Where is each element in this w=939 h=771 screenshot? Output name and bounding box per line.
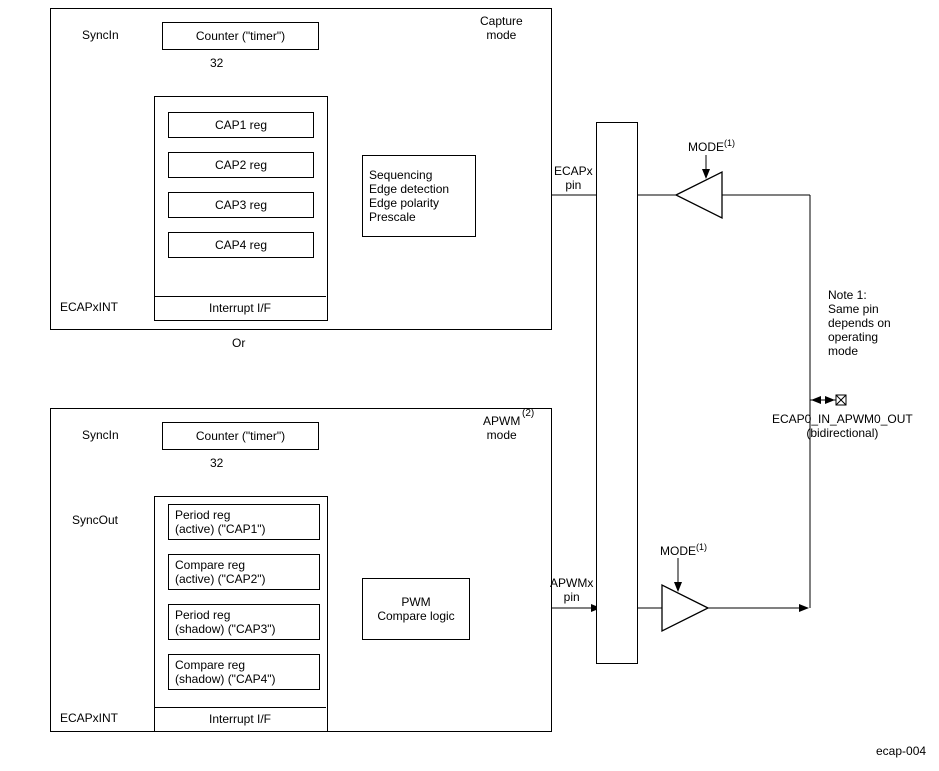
ecapx-pin-label: ECAPx pin: [554, 164, 593, 192]
mode-label-2: MODE(1): [660, 542, 707, 558]
counter-box-capture: Counter ("timer"): [162, 22, 319, 50]
mode-label-1: MODE(1): [688, 138, 735, 154]
divider: [154, 296, 326, 297]
divider-apwm: [154, 707, 326, 708]
apwm-mode-title: APWM mode: [483, 414, 520, 442]
mode2-sup: (1): [696, 542, 707, 552]
ecapxint-label-capture: ECAPxINT: [60, 300, 118, 314]
note-1: Note 1: Same pin depends on operating mo…: [828, 288, 891, 358]
mode1-text: MODE: [688, 140, 724, 154]
cap3-reg: CAP3 reg: [168, 192, 314, 218]
syncin-label-apwm: SyncIn: [82, 428, 119, 442]
apwmx-pin-label: APWMx pin: [550, 576, 593, 604]
mode2-text: MODE: [660, 544, 696, 558]
interrupt-if-capture: Interrupt I/F: [154, 298, 326, 318]
cap4-reg: CAP4 reg: [168, 232, 314, 258]
cap1-reg: CAP1 reg: [168, 112, 314, 138]
bus-width-capture: 32: [210, 56, 223, 70]
syncin-label-capture: SyncIn: [82, 28, 119, 42]
bus-width-apwm: 32: [210, 456, 223, 470]
capture-mode-title: Capture mode: [480, 14, 523, 42]
cap2-reg: CAP2 reg: [168, 152, 314, 178]
counter-box-apwm: Counter ("timer"): [162, 422, 319, 450]
ecapxint-label-apwm: ECAPxINT: [60, 711, 118, 725]
compare-reg-active: Compare reg (active) ("CAP2"): [168, 554, 320, 590]
period-reg-active: Period reg (active) ("CAP1"): [168, 504, 320, 540]
pin-strip: [596, 122, 638, 664]
sequencing-block: Sequencing Edge detection Edge polarity …: [362, 155, 476, 237]
or-label: Or: [232, 336, 245, 350]
mode1-sup: (1): [724, 138, 735, 148]
compare-reg-shadow: Compare reg (shadow) ("CAP4"): [168, 654, 320, 690]
bidir-pin-label: ECAP0_IN_APWM0_OUT (bidirectional): [772, 412, 913, 440]
interrupt-if-apwm: Interrupt I/F: [154, 709, 326, 729]
pwm-compare-logic: PWM Compare logic: [362, 578, 470, 640]
apwm-mode-sup: (2): [522, 408, 534, 419]
period-reg-shadow: Period reg (shadow) ("CAP3"): [168, 604, 320, 640]
syncout-label: SyncOut: [72, 513, 118, 527]
figure-id: ecap-004: [876, 744, 926, 758]
